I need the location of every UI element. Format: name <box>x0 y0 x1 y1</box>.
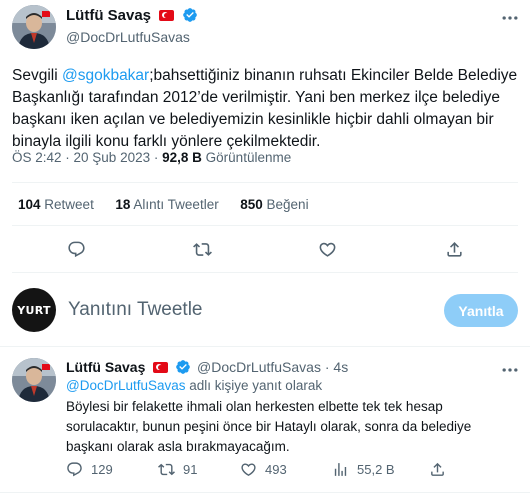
share-icon <box>447 242 462 257</box>
flag-icon <box>159 10 175 21</box>
reply-to-line: @DocDrLutfuSavas adlı kişiye yanıt olara… <box>66 378 323 393</box>
author-name-row: Lütfü Savaş <box>66 7 198 27</box>
timestamp-link[interactable]: ÖS 2:42 · 20 Şub 2023 · <box>12 150 158 165</box>
reply-input[interactable]: Yanıtını Tweetle <box>68 299 203 321</box>
divider <box>0 346 530 347</box>
reply-author-name[interactable]: Lütfü Savaş <box>66 359 145 375</box>
stats-row: 104 Retweet 18 Alıntı Tweetler 850 Beğen… <box>18 197 309 212</box>
retweet-count: 91 <box>183 462 198 477</box>
reply-retweet-button[interactable]: 91 <box>158 461 197 478</box>
views-label: Görüntülenme <box>205 150 292 165</box>
like-button[interactable] <box>318 240 337 259</box>
reply-views-button[interactable]: 55,2 B <box>332 461 395 478</box>
like-icon <box>241 463 256 476</box>
reply-text: Böylesi bir felakette ihmali olan herkes… <box>66 397 471 457</box>
divider <box>0 492 530 493</box>
reply-author-avatar[interactable] <box>12 358 56 402</box>
tweet-line-3: başkanı iken açılan ve belediyemizin kes… <box>12 111 494 128</box>
reply-reply-button[interactable]: 129 <box>66 461 113 478</box>
tweet-line-2: Başkanlığı tarafından 2012’de verilmişti… <box>12 89 500 106</box>
more-icon[interactable] <box>500 360 520 380</box>
tweet-line-1: Sevgili @sgokbakar;bahsettiğiniz binanın… <box>12 67 518 84</box>
views-icon <box>334 463 347 476</box>
divider <box>12 182 518 183</box>
retweets-stat[interactable]: 104 Retweet <box>18 197 94 212</box>
share-icon <box>431 462 444 476</box>
reply-handle-time[interactable]: @DocDrLutfuSavas · 4s <box>197 359 348 375</box>
verified-icon <box>176 360 190 374</box>
likes-stat[interactable]: 850 Beğeni <box>240 197 308 212</box>
tweet-meta: ÖS 2:42 · 20 Şub 2023 · 92,8 B Görüntüle… <box>12 150 291 165</box>
like-icon <box>319 242 336 257</box>
views-count: 92,8 B <box>162 150 202 165</box>
retweet-button[interactable] <box>193 240 212 259</box>
tweet-text: Sevgili @sgokbakar;bahsettiğiniz binanın… <box>12 65 522 153</box>
views-count: 55,2 B <box>357 462 395 477</box>
reply-share-button[interactable] <box>429 461 446 478</box>
reply-icon <box>67 462 82 477</box>
reply-like-button[interactable]: 493 <box>240 461 287 478</box>
reply-count: 129 <box>91 462 113 477</box>
reply-button[interactable] <box>67 240 86 259</box>
avatar-logo-text: YURT <box>17 303 51 317</box>
mention-link[interactable]: @sgokbakar <box>62 67 149 84</box>
reply-line-3: başkanı olarak asla bırakmayacağım. <box>66 439 290 454</box>
retweet-icon <box>158 463 175 476</box>
author-handle[interactable]: @DocDrLutfuSavas <box>66 29 190 45</box>
share-button[interactable] <box>445 240 464 259</box>
reply-line-1: Böylesi bir felakette ihmali olan herkes… <box>66 399 443 414</box>
divider <box>12 225 518 226</box>
reply-line-2: sorulacaktır, bunun peşini önce bir Hata… <box>66 419 472 434</box>
reply-icon <box>68 241 85 258</box>
author-name[interactable]: Lütfü Savaş <box>66 7 151 24</box>
like-count: 493 <box>265 462 287 477</box>
verified-icon <box>183 8 197 22</box>
more-icon[interactable] <box>500 8 520 28</box>
composer-avatar[interactable]: YURT <box>12 288 56 332</box>
flag-icon <box>153 362 169 373</box>
quotes-stat[interactable]: 18 Alıntı Tweetler <box>115 197 218 212</box>
reply-header: Lütfü Savaş @DocDrLutfuSavas · 4s <box>66 359 348 375</box>
author-avatar[interactable] <box>12 5 56 49</box>
reply-to-link[interactable]: @DocDrLutfuSavas <box>66 378 186 393</box>
reply-submit-button[interactable]: Yanıtla <box>444 294 518 327</box>
divider <box>12 272 518 273</box>
retweet-icon <box>193 243 212 256</box>
